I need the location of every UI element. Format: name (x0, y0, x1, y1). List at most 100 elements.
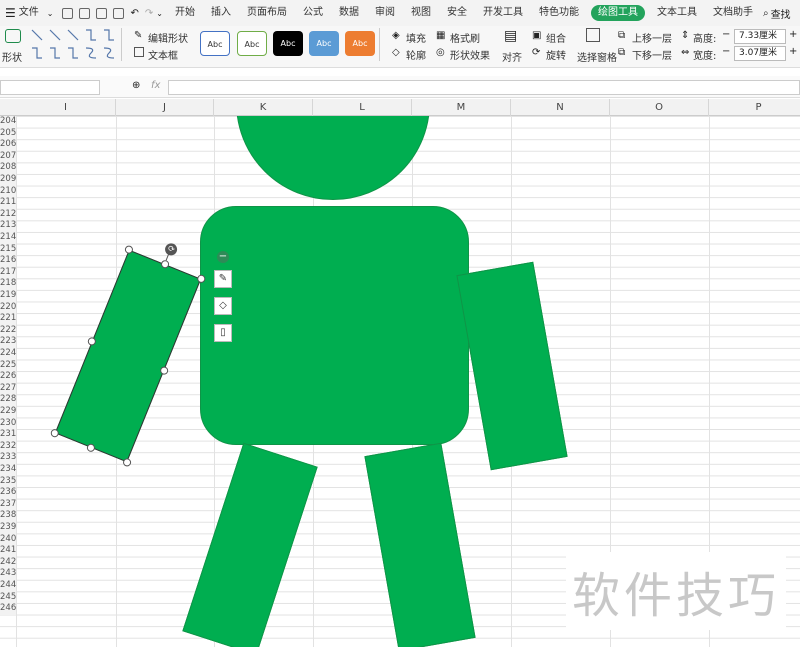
column-header-M[interactable]: M (412, 99, 511, 116)
row-header[interactable]: 219 (0, 290, 16, 302)
zoom-icon[interactable]: ⊕ (132, 80, 140, 91)
name-box[interactable] (0, 80, 100, 95)
align-button[interactable]: 对齐 (502, 49, 522, 64)
format-painter-icon[interactable] (79, 7, 91, 19)
shape-effect-icon[interactable]: ◎ (436, 47, 445, 58)
row-header[interactable]: 223 (0, 336, 16, 348)
rotate-button[interactable]: 旋转 (546, 47, 566, 62)
row-header[interactable]: 239 (0, 522, 16, 534)
format-brush-button[interactable]: 格式刷 (450, 30, 480, 45)
row-header[interactable]: 245 (0, 591, 16, 604)
row-header[interactable]: 215 (0, 243, 16, 256)
tab-data[interactable]: 数据 (331, 0, 367, 26)
style-swatch-orange[interactable]: Abc (345, 31, 375, 56)
edit-shape-button[interactable]: 编辑形状 (148, 30, 188, 45)
row-header[interactable]: 243 (0, 568, 16, 580)
fill-button[interactable]: 填充 (406, 30, 426, 45)
row-header[interactable]: 216 (0, 255, 16, 267)
width-field[interactable]: 3.07厘米 (734, 46, 786, 61)
row-header[interactable]: 210 (0, 185, 16, 198)
gallery-scroll-icon[interactable] (121, 28, 127, 61)
style-swatch-blue[interactable]: Abc (309, 31, 339, 56)
bring-forward-button[interactable]: 上移一层 (632, 30, 672, 45)
row-header[interactable]: 208 (0, 162, 16, 174)
column-header-P[interactable]: P (709, 99, 800, 116)
tab-doc-assistant[interactable]: 文档助手 (705, 0, 761, 26)
column-header-L[interactable]: L (313, 99, 412, 116)
row-header[interactable]: 211 (0, 197, 16, 209)
row-header[interactable]: 221 (0, 313, 16, 325)
row-header[interactable]: 218 (0, 278, 16, 290)
tab-security[interactable]: 安全 (439, 0, 475, 26)
pen-icon[interactable]: ✎ (214, 270, 232, 288)
search-button[interactable]: 查找 (771, 6, 791, 21)
tab-insert[interactable]: 插入 (203, 0, 239, 26)
save-icon[interactable] (62, 7, 74, 19)
style-swatch-black[interactable]: Abc (273, 31, 303, 56)
row-header[interactable]: 240 (0, 533, 16, 546)
crop-icon[interactable]: ▯ (214, 324, 232, 342)
rotate-handle-icon[interactable]: ⟳ (163, 241, 179, 258)
format-brush-icon[interactable]: ▦ (436, 30, 445, 41)
right-leg-rectangle-shape[interactable] (364, 442, 476, 647)
tab-developer[interactable]: 开发工具 (475, 0, 531, 26)
outline-icon[interactable]: ◇ (392, 47, 400, 58)
selection-pane-icon[interactable] (586, 28, 600, 42)
row-header[interactable]: 209 (0, 174, 16, 186)
left-leg-rectangle-shape[interactable] (182, 442, 318, 647)
line-shapes-gallery[interactable] (30, 28, 118, 60)
row-header[interactable]: 235 (0, 475, 16, 488)
row-header[interactable]: 229 (0, 406, 16, 418)
column-header-N[interactable]: N (511, 99, 610, 116)
row-header[interactable]: 237 (0, 498, 16, 511)
resize-handle-bottom-right[interactable] (121, 457, 133, 468)
row-header[interactable]: 242 (0, 556, 16, 569)
head-semicircle-shape[interactable] (236, 116, 430, 200)
chevron-down-icon[interactable]: ⌄ (47, 9, 54, 18)
outline-button[interactable]: 轮廓 (406, 47, 426, 62)
style-swatch-white-green[interactable]: Abc (237, 31, 267, 56)
shape-button[interactable]: 形状 (2, 49, 22, 64)
row-header[interactable]: 207 (0, 150, 16, 163)
selection-pane-button[interactable]: 选择窗格 (577, 49, 617, 64)
height-field[interactable]: 7.33厘米 (734, 29, 786, 44)
row-header[interactable]: 234 (0, 464, 16, 476)
row-header[interactable]: 224 (0, 348, 16, 360)
quick-access-more-icon[interactable]: ⌄ (156, 9, 163, 18)
row-header[interactable]: 228 (0, 394, 16, 406)
column-header-J[interactable]: J (116, 99, 214, 116)
send-backward-icon[interactable]: ⧉ (618, 47, 625, 58)
height-increase-button[interactable]: + (789, 29, 797, 40)
search-icon[interactable]: ⌕ (763, 8, 769, 19)
row-header[interactable]: 241 (0, 545, 16, 557)
row-header[interactable]: 231 (0, 429, 16, 441)
selected-left-arm[interactable]: ⟳ (49, 241, 207, 468)
send-backward-button[interactable]: 下移一层 (632, 47, 672, 62)
fx-label[interactable]: fx (151, 80, 160, 91)
tab-view[interactable]: 视图 (403, 0, 439, 26)
style-swatch-white-blue[interactable]: Abc (200, 31, 230, 56)
fill-icon[interactable]: ◈ (392, 30, 400, 41)
tab-special[interactable]: 特色功能 (531, 0, 587, 26)
row-header[interactable]: 214 (0, 232, 16, 244)
fill-icon[interactable]: ◇ (214, 297, 232, 315)
column-header-K[interactable]: K (214, 99, 313, 116)
body-rounded-rectangle-shape[interactable] (200, 206, 469, 445)
textbox-button[interactable]: 文本框 (148, 47, 178, 62)
column-header-O[interactable]: O (610, 99, 709, 116)
row-header[interactable]: 233 (0, 452, 16, 464)
group-icon[interactable]: ▣ (532, 30, 541, 41)
tab-formula[interactable]: 公式 (295, 0, 331, 26)
row-header[interactable]: 236 (0, 487, 16, 499)
row-header[interactable]: 226 (0, 371, 16, 383)
shape-effect-button[interactable]: 形状效果 (450, 47, 490, 62)
row-header[interactable]: 204 (0, 116, 16, 128)
row-header[interactable]: 238 (0, 510, 16, 522)
align-icon[interactable]: ▤ (504, 28, 517, 44)
undo-icon[interactable]: ↶ (130, 8, 138, 19)
height-decrease-button[interactable]: − (722, 29, 734, 44)
column-header-I[interactable]: I (16, 99, 116, 116)
row-header[interactable]: 230 (0, 417, 16, 430)
row-header[interactable]: 222 (0, 324, 16, 337)
row-header[interactable]: 205 (0, 127, 16, 140)
